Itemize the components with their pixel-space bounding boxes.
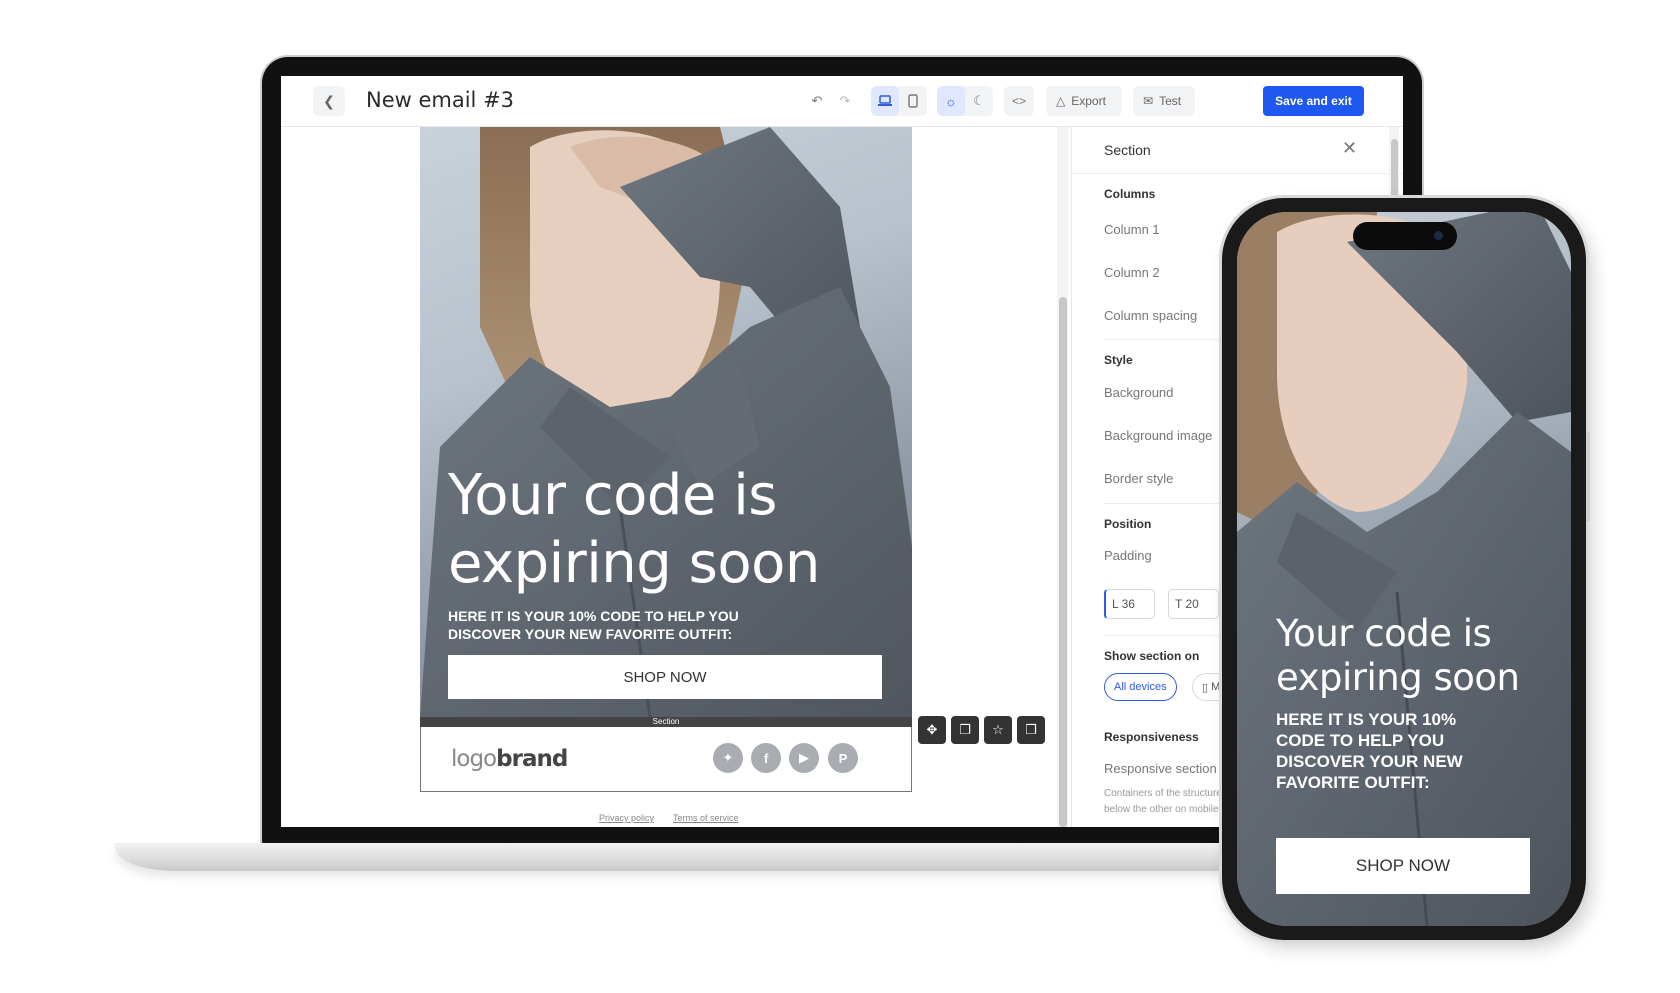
export-icon: △ — [1056, 94, 1066, 108]
trash-icon[interactable]: ❒ — [1017, 716, 1045, 744]
padding-label: Padding — [1104, 548, 1152, 563]
style-heading: Style — [1104, 353, 1133, 367]
twitter-icon[interactable]: ✦ — [713, 743, 743, 773]
column-spacing-label[interactable]: Column spacing — [1104, 308, 1197, 323]
youtube-icon[interactable]: ▶ — [789, 743, 819, 773]
moon-icon: ☾ — [973, 93, 985, 108]
mobile-preview — [1237, 212, 1571, 926]
footer-section[interactable]: logobrand ✦ f ▶ P — [420, 727, 912, 792]
hero-photo — [1237, 212, 1571, 926]
code-icon: <> — [1011, 94, 1026, 108]
theme-toggle: ☼ ☾ — [937, 86, 993, 116]
privacy-policy-link[interactable]: Privacy policy — [599, 813, 654, 823]
all-devices-option[interactable]: All devices — [1104, 673, 1177, 701]
device-toggle — [871, 86, 927, 116]
dark-mode-button[interactable]: ☾ — [965, 86, 993, 116]
responsive-section-label[interactable]: Responsive section — [1104, 761, 1217, 776]
test-button[interactable]: ✉ Test — [1133, 86, 1195, 116]
show-section-heading: Show section on — [1104, 649, 1200, 663]
padding-left-input[interactable]: L 36 — [1104, 589, 1155, 619]
panel-title: Section — [1104, 142, 1151, 158]
position-heading: Position — [1104, 517, 1152, 531]
move-icon[interactable]: ✥ — [918, 716, 946, 744]
brand-logo: logobrand — [451, 746, 568, 772]
close-icon[interactable]: ✕ — [1342, 138, 1357, 159]
laptop-icon — [878, 95, 892, 106]
column-2-label[interactable]: Column 2 — [1104, 265, 1160, 280]
responsive-note: below the other on mobile — [1104, 804, 1219, 815]
email-canvas: Your code is expiring soon HERE IT IS YO… — [281, 127, 1061, 827]
responsiveness-heading: Responsiveness — [1104, 730, 1199, 744]
camera-icon — [1434, 231, 1443, 240]
column-1-label[interactable]: Column 1 — [1104, 222, 1160, 237]
responsive-note: Containers of the structure — [1104, 788, 1222, 799]
editor-header: ❮ New email #3 ↶ ↷ ☼ ☾ <> △ Export ✉ Test — [281, 76, 1403, 127]
redo-button[interactable]: ↷ — [831, 86, 859, 116]
section-label: Section — [420, 717, 912, 727]
phone-icon: ▯ — [1202, 681, 1212, 694]
star-icon[interactable]: ☆ — [984, 716, 1012, 744]
undo-icon: ↶ — [811, 93, 823, 108]
undo-button[interactable]: ↶ — [803, 86, 831, 116]
phone-icon — [908, 94, 918, 108]
desktop-view-button[interactable] — [871, 86, 899, 116]
chevron-left-icon: ❮ — [323, 92, 335, 109]
phone-side-button — [1586, 432, 1590, 522]
export-button[interactable]: △ Export — [1046, 86, 1122, 116]
redo-icon: ↷ — [839, 93, 851, 108]
mobile-view-button[interactable] — [899, 86, 927, 116]
shop-now-button[interactable]: SHOP NOW — [448, 655, 882, 699]
export-label: Export — [1071, 94, 1106, 108]
border-style-label[interactable]: Border style — [1104, 471, 1173, 486]
background-image-label[interactable]: Background image — [1104, 428, 1212, 443]
email-title: New email #3 — [366, 88, 515, 112]
mobile-shop-now-button[interactable]: SHOP NOW — [1276, 838, 1530, 894]
facebook-icon[interactable]: f — [751, 743, 781, 773]
history-group: ↶ ↷ — [803, 86, 861, 116]
mobile-headline: Your code is expiring soon — [1276, 612, 1520, 699]
mobile-subtext: HERE IT IS YOUR 10% CODE TO HELP YOU DIS… — [1276, 710, 1463, 792]
columns-heading: Columns — [1104, 187, 1156, 201]
hero-section[interactable]: Your code is expiring soon HERE IT IS YO… — [420, 127, 912, 717]
light-mode-button[interactable]: ☼ — [937, 86, 965, 116]
test-label: Test — [1159, 94, 1182, 108]
pinterest-icon[interactable]: P — [828, 743, 858, 773]
hero-headline[interactable]: Your code is expiring soon — [448, 462, 888, 598]
duplicate-icon[interactable]: ❐ — [951, 716, 979, 744]
section-toolbar: ✥ ❐ ☆ ❒ — [918, 716, 1045, 744]
sun-icon: ☼ — [945, 93, 957, 109]
hero-subtext[interactable]: HERE IT IS YOUR 10% CODE TO HELP YOU DIS… — [448, 607, 808, 643]
padding-top-input[interactable]: T 20 — [1168, 589, 1219, 619]
back-button[interactable]: ❮ — [313, 86, 345, 116]
terms-of-service-link[interactable]: Terms of service — [673, 813, 739, 823]
dynamic-island — [1353, 222, 1457, 250]
canvas-scrollbar[interactable] — [1057, 127, 1068, 827]
code-view-button[interactable]: <> — [1004, 86, 1034, 116]
mail-icon: ✉ — [1143, 94, 1154, 108]
panel-header: Section ✕ — [1072, 127, 1403, 174]
background-label[interactable]: Background — [1104, 385, 1173, 400]
save-and-exit-button[interactable]: Save and exit — [1263, 86, 1364, 116]
